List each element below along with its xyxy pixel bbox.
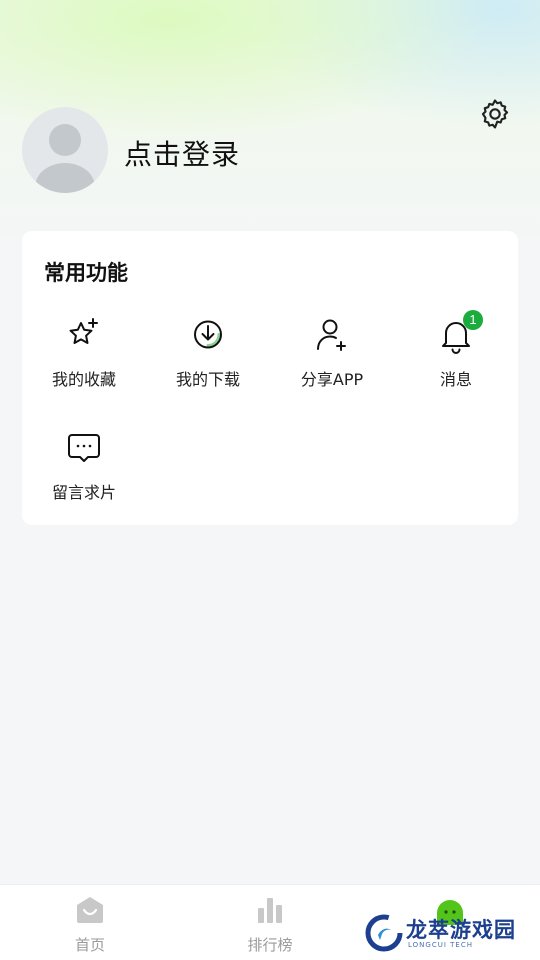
watermark-name: 龙萃游戏园 bbox=[406, 918, 516, 942]
star-sparkle-icon bbox=[69, 318, 98, 344]
bar-chart-icon bbox=[258, 898, 282, 923]
watermark-subtitle: LONGCUI TECH bbox=[408, 941, 473, 949]
add-user-icon bbox=[317, 319, 346, 351]
section-title: 常用功能 bbox=[44, 261, 128, 285]
download-icon bbox=[194, 320, 222, 349]
messages-label: 消息 bbox=[439, 370, 472, 389]
unread-badge: 1 bbox=[463, 310, 483, 330]
messages-button[interactable]: 1 消息 bbox=[394, 310, 518, 406]
request-movie-label: 留言求片 bbox=[51, 483, 116, 502]
share-app-button[interactable]: 分享APP bbox=[270, 316, 394, 406]
default-user-icon bbox=[35, 124, 95, 193]
avatar[interactable] bbox=[22, 107, 108, 193]
chat-bubble-icon bbox=[68, 434, 100, 462]
bell-icon-wrap: 1 bbox=[437, 310, 483, 354]
common-functions-card: 常用功能 我的收藏 我的下载 分享APP 1 消息 留言求片 bbox=[22, 231, 518, 525]
settings-button[interactable] bbox=[477, 96, 513, 132]
favorites-button[interactable]: 我的收藏 bbox=[22, 316, 146, 406]
tab-home-label: 首页 bbox=[74, 936, 105, 954]
tab-ranking[interactable]: 排行榜 bbox=[210, 885, 330, 960]
watermark-emblem-icon bbox=[365, 914, 403, 952]
request-movie-button[interactable]: 留言求片 bbox=[22, 429, 146, 519]
watermark-logo: 龙萃游戏园 LONGCUI TECH bbox=[364, 910, 524, 956]
favorites-label: 我的收藏 bbox=[51, 370, 116, 389]
share-app-label: 分享APP bbox=[300, 370, 364, 389]
downloads-button[interactable]: 我的下载 bbox=[146, 316, 270, 406]
home-icon bbox=[77, 897, 103, 923]
downloads-label: 我的下载 bbox=[175, 370, 240, 389]
tab-home[interactable]: 首页 bbox=[30, 885, 150, 960]
login-link[interactable]: 点击登录 bbox=[124, 133, 240, 173]
tab-ranking-label: 排行榜 bbox=[247, 936, 293, 954]
gear-icon bbox=[481, 99, 509, 129]
